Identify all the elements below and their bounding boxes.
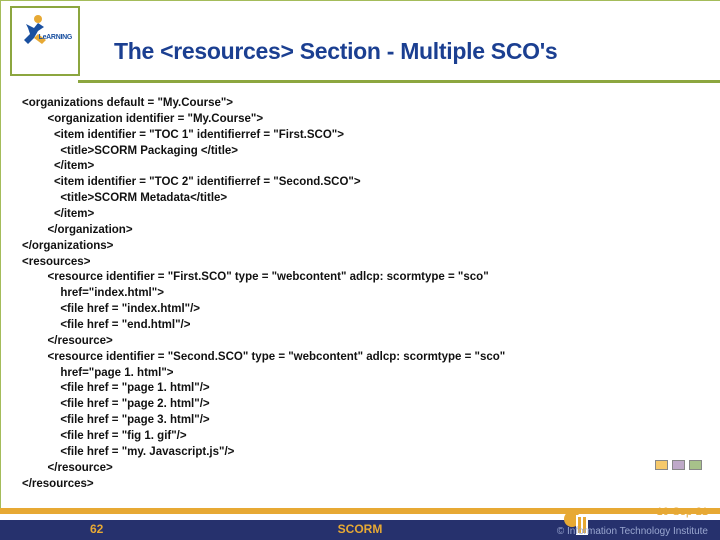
- runner-icon: [20, 14, 48, 50]
- page-title: The <resources> Section - Multiple SCO's: [114, 38, 557, 65]
- logo: LeARNING: [10, 6, 80, 76]
- code-listing: <organizations default = "My.Course"> <o…: [22, 96, 690, 492]
- footer-date: 10-Sep-21: [657, 506, 708, 518]
- chip-1: [655, 460, 668, 470]
- logo-text: LeARNING: [39, 34, 72, 41]
- chip-3: [689, 460, 702, 470]
- title-underline: [78, 80, 720, 83]
- footer-copyright: © Information Technology Institute: [557, 526, 708, 537]
- chip-2: [672, 460, 685, 470]
- color-chips: [655, 460, 702, 470]
- footer: 62 SCORM 10-Sep-21 © Information Technol…: [0, 502, 720, 540]
